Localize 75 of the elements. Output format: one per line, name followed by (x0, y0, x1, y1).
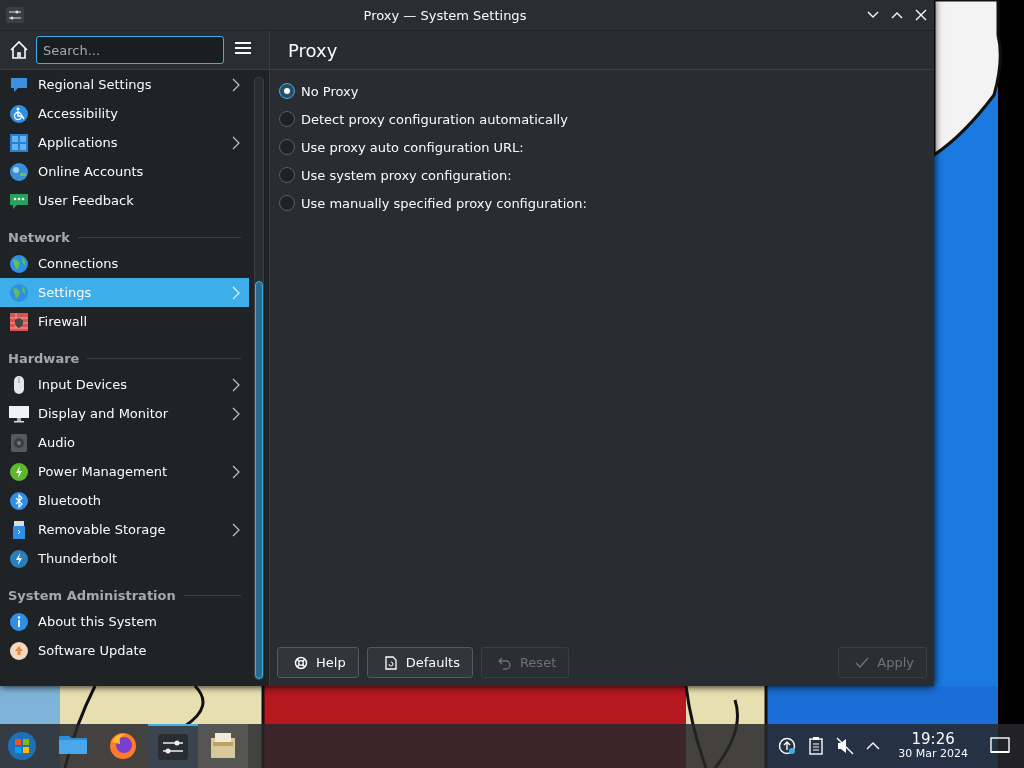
chevron-right-icon (231, 522, 242, 537)
globe-icon (9, 253, 29, 274)
sidebar-item[interactable]: Audio (0, 428, 250, 457)
radio-label[interactable]: Detect proxy configuration automatically (301, 111, 568, 127)
sidebar-item[interactable]: Applications (0, 128, 250, 157)
dialog-button[interactable]: Defaults (366, 647, 473, 678)
section-heading: System Administration (8, 587, 176, 603)
sidebar-item[interactable]: Connections (0, 249, 250, 278)
chevron-right-icon (231, 406, 242, 421)
sidebar-item[interactable]: Online Accounts (0, 157, 250, 186)
sidebar-item[interactable]: Power Management (0, 457, 250, 486)
window-title: Proxy — System Settings (362, 7, 528, 23)
taskbar-button[interactable] (198, 724, 248, 768)
radio-label[interactable]: Use manually specified proxy configuration: (301, 195, 587, 211)
bluetooth-icon (9, 490, 29, 511)
show-desktop-icon[interactable] (990, 737, 1010, 755)
globe-icon (9, 282, 29, 303)
section-heading: Network (8, 229, 70, 245)
radio-button[interactable] (279, 111, 295, 127)
sliders-icon (157, 731, 189, 763)
sidebar-item[interactable]: Firewall (0, 307, 250, 336)
sidebar-item[interactable]: Input Devices (0, 370, 250, 399)
undo-icon (497, 655, 512, 670)
globe-icon (9, 161, 29, 182)
lifebuoy-icon (294, 655, 308, 670)
sidebar-item[interactable]: Removable Storage (0, 515, 250, 544)
menu-icon[interactable] (234, 39, 252, 57)
lightning-icon (9, 548, 29, 569)
chevron-right-icon (231, 377, 242, 392)
sidebar-item[interactable]: Regional Settings (0, 70, 250, 99)
wheelchair-icon (9, 103, 29, 124)
radio-button[interactable] (279, 167, 295, 183)
sliders-icon (6, 7, 24, 23)
radio-label[interactable]: Use system proxy configuration: (301, 167, 512, 183)
radio-label[interactable]: No Proxy (301, 83, 359, 99)
search-field[interactable]: Search... (36, 36, 224, 64)
taskbar-button[interactable] (148, 724, 198, 768)
clock[interactable]: 19:26 30 Mar 2024 (898, 731, 968, 761)
close-icon[interactable] (914, 8, 928, 22)
radio-label[interactable]: Use proxy auto configuration URL: (301, 139, 524, 155)
dialog-button[interactable]: Help (277, 647, 359, 678)
brick-wall-icon (9, 311, 29, 332)
radio-button[interactable] (279, 139, 295, 155)
sidebar-item[interactable]: About this System (0, 607, 250, 636)
sidebar-item[interactable]: Accessibility (0, 99, 250, 128)
clipboard-icon[interactable] (808, 737, 825, 755)
sidebar-item[interactable]: Display and Monitor (0, 399, 250, 428)
speaker-muted-icon[interactable] (836, 737, 855, 755)
sidebar-item[interactable]: User Feedback (0, 186, 250, 215)
radio-button[interactable] (279, 195, 295, 211)
section-heading: Hardware (8, 350, 80, 366)
arrow-up-icon (9, 640, 29, 661)
lightning-icon (9, 461, 29, 482)
firefox-icon (107, 730, 139, 762)
chevron-right-icon (231, 77, 242, 92)
home-icon[interactable] (8, 39, 30, 61)
sidebar-item[interactable]: Thunderbolt (0, 544, 250, 573)
grid-icon (9, 132, 29, 153)
radio-button[interactable] (279, 83, 295, 99)
speaker-icon (9, 432, 29, 453)
scrollbar-thumb[interactable] (255, 281, 264, 679)
checkmark-icon (855, 655, 870, 670)
update-icon[interactable] (778, 737, 797, 755)
info-icon (9, 611, 29, 632)
chevron-right-icon (231, 135, 242, 150)
monitor-icon (9, 403, 29, 424)
scrollbar-track[interactable] (254, 77, 265, 680)
chevron-right-icon (231, 285, 242, 300)
start-icon (6, 730, 38, 762)
caret-up-icon[interactable] (866, 741, 881, 751)
page-title: Proxy (288, 39, 338, 61)
sidebar-item[interactable]: Bluetooth (0, 486, 250, 515)
document-icon (383, 655, 398, 670)
chevron-right-icon (231, 464, 242, 479)
sidebar-item[interactable]: Software Update (0, 636, 250, 665)
